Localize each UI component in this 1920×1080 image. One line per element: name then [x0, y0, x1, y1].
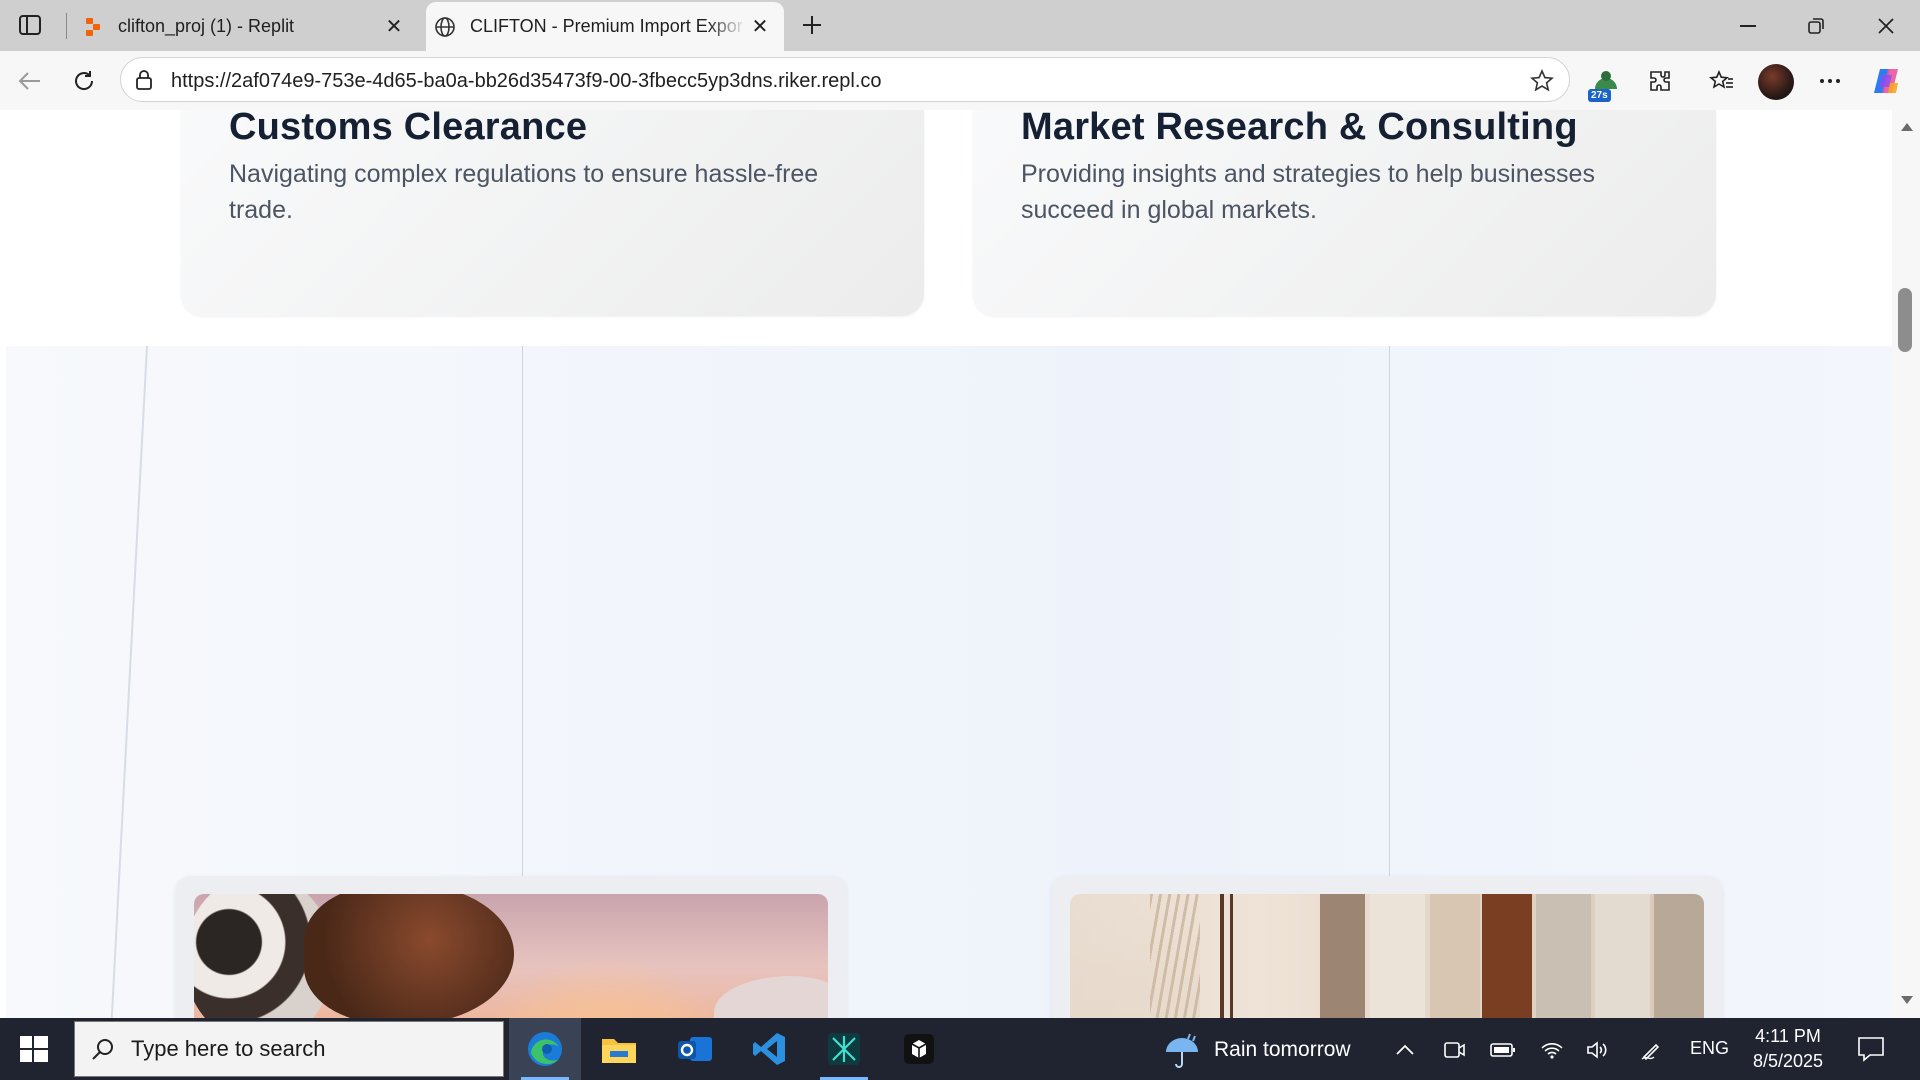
scroll-down-icon[interactable] — [1901, 996, 1913, 1004]
scroll-up-icon[interactable] — [1901, 123, 1913, 131]
lock-icon[interactable] — [133, 69, 155, 91]
scrollbar-thumb[interactable] — [1898, 288, 1912, 352]
close-tab-icon[interactable]: ✕ — [746, 13, 774, 41]
clothing-rack-photo — [1070, 894, 1704, 1018]
windows-start-icon[interactable] — [18, 1033, 50, 1065]
favorites-icon[interactable] — [1704, 63, 1740, 99]
tab-title: CLIFTON - Premium Import Expor — [470, 16, 743, 36]
globe-icon — [434, 16, 456, 38]
tab-clifton[interactable]: CLIFTON - Premium Import Expor ✕ — [426, 2, 784, 51]
wifi-icon[interactable] — [1539, 1037, 1565, 1063]
more-menu-icon[interactable] — [1812, 63, 1848, 99]
profile-avatar[interactable] — [1758, 64, 1794, 100]
browser-nav-bar: https://2af074e9-753e-4d65-ba0a-bb26d354… — [0, 51, 1920, 110]
replit-icon — [82, 16, 104, 38]
address-bar[interactable]: https://2af074e9-753e-4d65-ba0a-bb26d354… — [120, 57, 1570, 102]
service-title: Market Research & Consulting — [1021, 110, 1578, 148]
tab-actions-icon[interactable] — [12, 10, 48, 40]
clock-time: 4:11 PM — [1755, 1026, 1821, 1046]
page-scrollbar[interactable] — [1892, 110, 1920, 1018]
decorative-divider — [522, 346, 523, 876]
close-window-icon[interactable] — [1852, 0, 1920, 51]
search-icon — [75, 1037, 131, 1061]
service-card-customs: Customs Clearance Navigating complex reg… — [181, 110, 924, 316]
minimize-icon[interactable] — [1714, 0, 1782, 51]
refresh-icon[interactable] — [66, 63, 102, 99]
close-tab-icon[interactable]: ✕ — [380, 13, 408, 41]
tab-replit[interactable]: clifton_proj (1) - Replit ✕ — [74, 2, 418, 51]
extension-badge: 27s — [1588, 89, 1611, 102]
service-description: Navigating complex regulations to ensure… — [229, 160, 819, 224]
search-placeholder: Type here to search — [131, 1036, 326, 1061]
meet-now-icon[interactable] — [1441, 1037, 1467, 1063]
new-tab-icon[interactable] — [796, 9, 828, 41]
notification-icon[interactable] — [1856, 1034, 1886, 1064]
app-icon-2[interactable] — [883, 1018, 955, 1080]
decorative-divider — [1389, 346, 1390, 876]
battery-icon[interactable] — [1490, 1037, 1516, 1063]
weather-text: Rain tomorrow — [1214, 1038, 1351, 1061]
copilot-icon[interactable] — [1870, 65, 1902, 97]
product-card-cattle[interactable] — [176, 876, 846, 1018]
tab-separator — [66, 13, 67, 39]
clock-date: 8/5/2025 — [1752, 1051, 1824, 1071]
page-viewport: Customs Clearance Navigating complex reg… — [6, 110, 1892, 1018]
language-indicator[interactable]: ENG — [1690, 1038, 1729, 1059]
restore-icon[interactable] — [1782, 0, 1850, 51]
cattle-photo — [194, 894, 828, 1018]
file-explorer-icon[interactable] — [583, 1018, 655, 1080]
umbrella-rain-icon — [1166, 1033, 1198, 1068]
vscode-icon[interactable] — [733, 1018, 805, 1080]
outlook-icon[interactable] — [659, 1018, 731, 1080]
service-card-market-research: Market Research & Consulting Providing i… — [973, 110, 1716, 316]
volume-icon[interactable] — [1585, 1037, 1611, 1063]
chevron-up-icon[interactable] — [1392, 1037, 1418, 1063]
browser-tab-bar: clifton_proj (1) - Replit ✕ CLIFTON - Pr… — [0, 0, 1920, 51]
taskbar-search-box[interactable]: Type here to search — [74, 1021, 504, 1077]
clock[interactable]: 4:11 PM 8/5/2025 — [1748, 1024, 1828, 1074]
service-title: Customs Clearance — [229, 110, 588, 148]
edge-icon[interactable] — [509, 1018, 581, 1080]
pen-icon[interactable] — [1638, 1037, 1664, 1063]
favorite-star-icon[interactable] — [1529, 68, 1555, 94]
service-description: Providing insights and strategies to hel… — [1021, 160, 1595, 224]
url-text[interactable]: https://2af074e9-753e-4d65-ba0a-bb26d354… — [171, 70, 882, 93]
windows-taskbar: Type here to search Rain tomorrow ENG 4:… — [0, 1018, 1920, 1080]
weather-widget[interactable]: Rain tomorrow — [1162, 1030, 1351, 1070]
extensions-icon[interactable] — [1642, 63, 1678, 99]
tab-title: clifton_proj (1) - Replit — [118, 16, 295, 36]
app-icon[interactable] — [808, 1018, 880, 1080]
product-card-clothing[interactable] — [1052, 876, 1722, 1018]
back-icon[interactable] — [12, 63, 48, 99]
